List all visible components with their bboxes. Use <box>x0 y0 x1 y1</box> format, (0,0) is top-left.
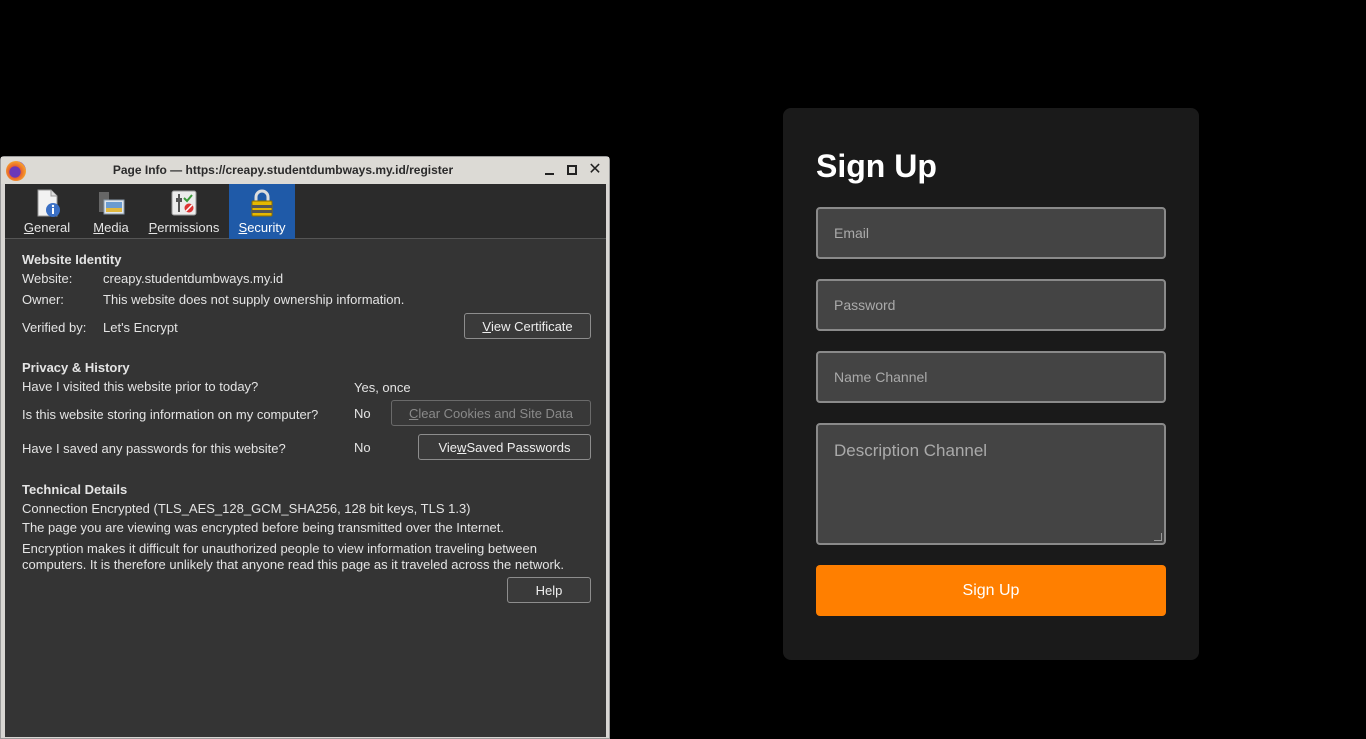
owner-label: Owner: <box>22 292 64 307</box>
channel-name-placeholder: Name Channel <box>834 369 928 385</box>
minimize-icon <box>545 173 554 175</box>
document-info-icon <box>37 189 60 217</box>
privacy-heading: Privacy & History <box>22 360 130 375</box>
encryption-explanation-3: computers. It is therefore unlikely that… <box>22 557 564 572</box>
resize-grip-icon[interactable] <box>1154 533 1162 541</box>
tab-permissions[interactable]: Permissions <box>146 184 222 239</box>
permissions-icon <box>171 190 197 216</box>
password-placeholder: Password <box>834 297 896 313</box>
maximize-icon <box>567 165 577 175</box>
connection-encrypted-text: Connection Encrypted (TLS_AES_128_GCM_SH… <box>22 501 471 516</box>
close-button[interactable]: ✕ <box>588 161 602 178</box>
email-placeholder: Email <box>834 225 870 241</box>
storing-question: Is this website storing information on m… <box>22 407 319 422</box>
help-button[interactable]: Help <box>507 577 591 603</box>
visited-answer: Yes, once <box>354 380 411 395</box>
passwords-question: Have I saved any passwords for this webs… <box>22 441 286 456</box>
channel-description-placeholder: Description Channel <box>834 441 988 460</box>
maximize-button[interactable] <box>565 163 579 177</box>
verified-label: Verified by: <box>22 320 87 335</box>
minimize-button[interactable] <box>542 163 556 177</box>
verified-value: Let's Encrypt <box>103 320 178 335</box>
dialog-title: Page Info — https://creapy.studentdumbwa… <box>112 163 454 177</box>
owner-value: This website does not supply ownership i… <box>103 292 405 307</box>
dialog-body: General Media Permissions Security Websi… <box>5 184 606 737</box>
signup-button[interactable]: Sign Up <box>816 565 1166 616</box>
encryption-explanation-2: Encryption makes it difficult for unauth… <box>22 541 537 556</box>
encryption-explanation-1: The page you are viewing was encrypted b… <box>22 520 505 535</box>
channel-name-input[interactable]: Name Channel <box>816 351 1166 403</box>
view-saved-passwords-button[interactable]: Vie w Saved Passwords <box>418 434 591 460</box>
technical-heading: Technical Details <box>22 482 128 497</box>
website-label: Website: <box>22 271 73 286</box>
channel-description-textarea[interactable]: Description Channel <box>816 423 1166 545</box>
passwords-answer: No <box>354 440 371 455</box>
page-info-dialog: Page Info — https://creapy.studentdumbwa… <box>0 156 610 739</box>
padlock-icon <box>251 189 273 217</box>
signup-title: Sign Up <box>816 148 937 184</box>
tab-media[interactable]: Media <box>89 184 133 239</box>
storing-answer: No <box>354 406 371 421</box>
website-value: creapy.studentdumbways.my.id <box>103 271 284 286</box>
password-input[interactable]: Password <box>816 279 1166 331</box>
email-input[interactable]: Email <box>816 207 1166 259</box>
signup-card: Sign Up Email Password Name Channel Desc… <box>783 108 1199 660</box>
visited-question: Have I visited this website prior to tod… <box>22 379 259 394</box>
close-icon: ✕ <box>588 161 602 178</box>
tab-security[interactable]: Security <box>229 184 295 239</box>
media-icon <box>99 192 125 215</box>
tab-general[interactable]: General <box>21 184 73 239</box>
clear-cookies-button[interactable]: Clear Cookies and Site Data <box>391 400 591 426</box>
dialog-titlebar[interactable]: Page Info — https://creapy.studentdumbwa… <box>1 157 609 184</box>
view-certificate-button[interactable]: View Certificate <box>464 313 591 339</box>
identity-heading: Website Identity <box>22 252 122 267</box>
tab-toolbar: General Media Permissions Security <box>5 184 606 239</box>
